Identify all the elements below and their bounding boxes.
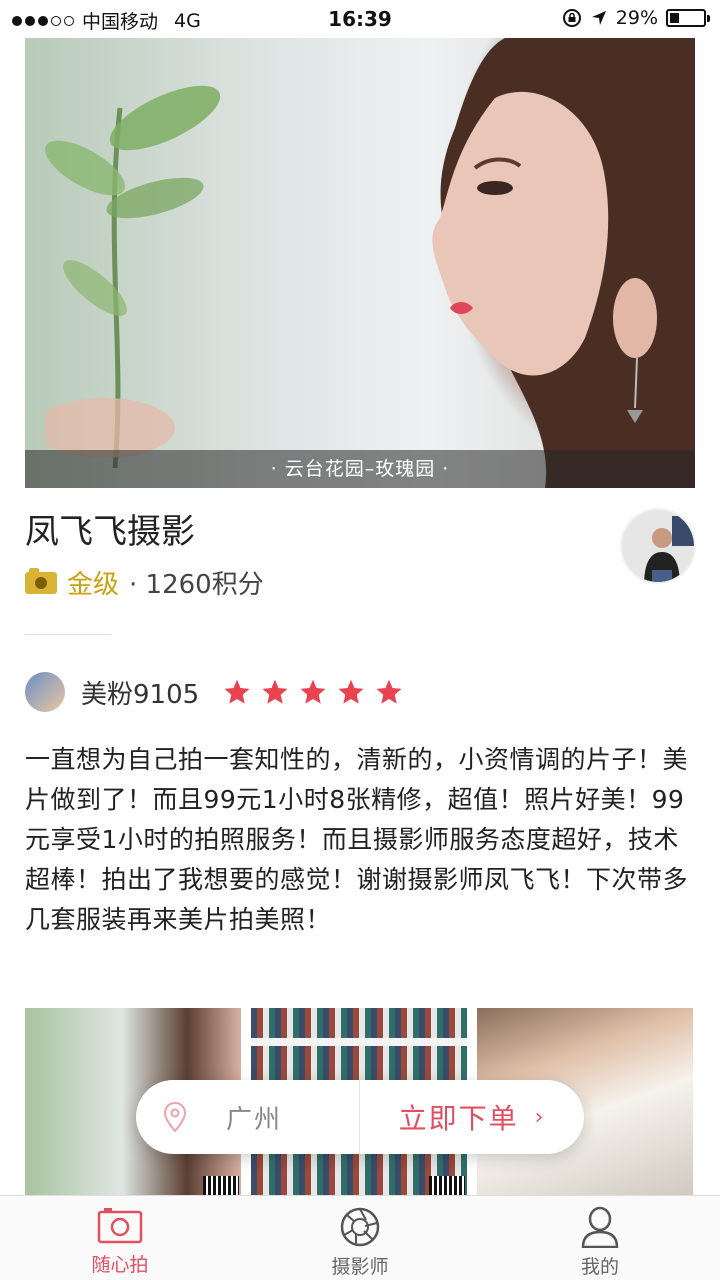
rating-stars (223, 678, 403, 706)
battery-fill (670, 13, 680, 23)
chevron-right-icon: › (534, 1104, 546, 1130)
lock-rotation-icon (562, 9, 581, 27)
bottom-tab-bar: 随心拍 摄影师 我的 (0, 1195, 720, 1280)
qr-code-icon (203, 1176, 239, 1196)
store-name: 凤飞飞摄影 (25, 512, 195, 552)
camera-icon (97, 1208, 143, 1244)
person-icon (581, 1206, 619, 1248)
hero-caption: · 云台花园–玫瑰园 · (25, 450, 695, 488)
battery-percent: 29% (615, 7, 658, 29)
star-icon (300, 679, 326, 704)
city-label: 广州 (226, 1104, 283, 1135)
location-pin-icon (164, 1102, 186, 1132)
photographer-avatar-image (622, 510, 694, 582)
tab-label: 随心拍 (91, 1254, 149, 1276)
tab-suixinpai[interactable]: 随心拍 (0, 1196, 240, 1280)
star-icon (262, 679, 288, 704)
tab-me[interactable]: 我的 (480, 1196, 720, 1280)
hero-photo[interactable]: · 云台花园–玫瑰园 · (25, 38, 695, 488)
section-divider (25, 634, 111, 635)
star-icon (224, 679, 250, 704)
tab-label: 我的 (580, 1256, 619, 1278)
review-text: 一直想为自己拍一套知性的，清新的，小资情调的片子！美片做到了！而且99元1小时8… (25, 745, 689, 934)
store-level: 金级 (67, 570, 120, 600)
tab-photographer[interactable]: 摄影师 (240, 1196, 480, 1280)
photographer-avatar[interactable] (620, 508, 696, 584)
order-now-label: 立即下单 (398, 1102, 519, 1135)
reviewer-avatar[interactable] (25, 672, 65, 712)
aperture-icon (340, 1207, 380, 1247)
store-level-row: 金级 · 1260积分 (25, 564, 264, 601)
status-bar: 中国移动 4G 16:39 29% (0, 0, 720, 38)
star-icon (376, 679, 402, 704)
portrait-face (432, 38, 695, 488)
plant-illustration (45, 85, 221, 468)
star-icon (338, 679, 364, 704)
shelf-line (251, 1038, 467, 1046)
store-points: · 1260积分 (129, 570, 264, 600)
reviewer-name: 美粉9105 (81, 679, 200, 710)
tab-label: 摄影师 (331, 1256, 389, 1278)
location-arrow-icon (591, 11, 606, 25)
order-now-button[interactable]: 立即下单 › (360, 1097, 584, 1137)
camera-badge-icon (25, 567, 57, 594)
reviewer-row: 美粉9105 (25, 672, 403, 712)
qr-code-icon (429, 1176, 465, 1196)
city-selector[interactable]: 广州 (136, 1080, 360, 1154)
status-bar-right: 29% (562, 7, 710, 29)
order-pill: 广州 立即下单 › (136, 1080, 584, 1154)
battery-icon (666, 9, 710, 27)
